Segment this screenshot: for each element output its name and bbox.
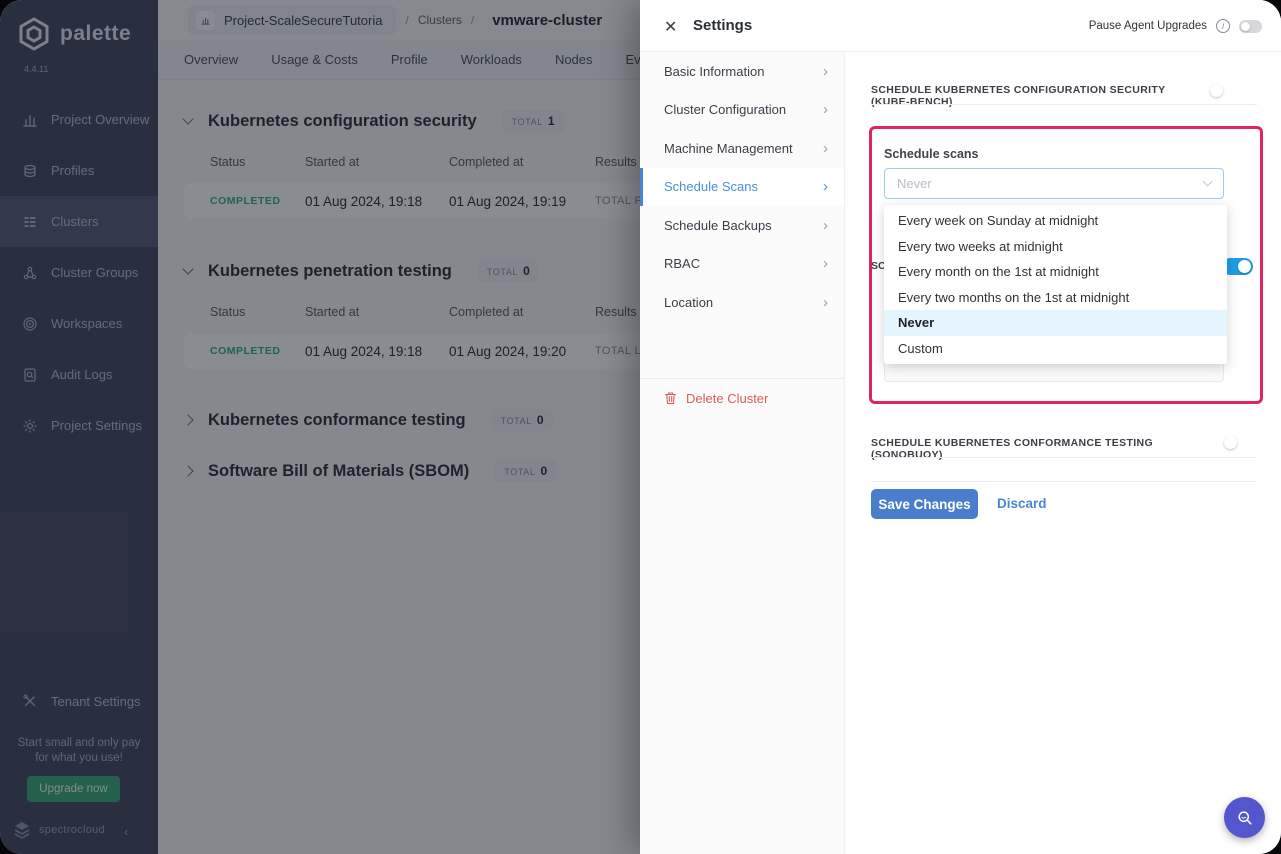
settings-title: Settings xyxy=(693,17,752,34)
pause-agent-upgrades-label: Pause Agent Upgrades xyxy=(1089,20,1207,32)
settings-nav-machine-management[interactable]: Machine Management › xyxy=(640,129,844,168)
app-window: palette 4.4.11 Project Overview Profiles… xyxy=(0,0,1281,854)
chevron-right-icon: › xyxy=(823,63,828,80)
dropdown-option-every-week[interactable]: Every week on Sunday at midnight xyxy=(884,208,1227,234)
nav-label: Machine Management xyxy=(664,141,793,156)
schedule-scans-dropdown: Every week on Sunday at midnight Every t… xyxy=(884,205,1227,364)
delete-cluster-button[interactable]: Delete Cluster xyxy=(640,378,845,417)
delete-cluster-label: Delete Cluster xyxy=(686,391,768,406)
chevron-right-icon: › xyxy=(823,217,828,234)
divider xyxy=(871,457,1257,458)
settings-nav-basic-information[interactable]: Basic Information › xyxy=(640,52,844,91)
settings-nav-schedule-scans[interactable]: Schedule Scans › xyxy=(640,168,844,207)
close-icon[interactable]: ✕ xyxy=(664,17,677,37)
chevron-right-icon: › xyxy=(823,294,828,311)
nav-label: Schedule Backups xyxy=(664,218,772,233)
chevron-right-icon: › xyxy=(823,178,828,195)
chevron-right-icon: › xyxy=(823,140,828,157)
schedule-scans-label: Schedule scans xyxy=(884,147,979,161)
schedule-scans-select[interactable]: Never xyxy=(884,168,1224,199)
settings-nav-cluster-configuration[interactable]: Cluster Configuration › xyxy=(640,91,844,130)
settings-nav-location[interactable]: Location › xyxy=(640,283,844,322)
settings-nav-rbac[interactable]: RBAC › xyxy=(640,245,844,284)
dropdown-option-every-two-months[interactable]: Every two months on the 1st at midnight xyxy=(884,285,1227,311)
save-changes-button[interactable]: Save Changes xyxy=(871,489,978,519)
info-icon[interactable]: i xyxy=(1216,19,1230,33)
nav-label: Cluster Configuration xyxy=(664,102,786,117)
chevron-down-icon xyxy=(1203,177,1213,187)
settings-nav-schedule-backups[interactable]: Schedule Backups › xyxy=(640,206,844,245)
settings-panel: ✕ Settings Pause Agent Upgrades i Basic … xyxy=(640,0,1281,854)
nav-label: RBAC xyxy=(664,256,700,271)
dropdown-option-never[interactable]: Never xyxy=(884,310,1227,336)
divider xyxy=(871,104,1257,105)
divider xyxy=(871,481,1257,482)
nav-label: Schedule Scans xyxy=(664,179,758,194)
trash-icon xyxy=(664,391,677,405)
nav-label: Basic Information xyxy=(664,64,764,79)
select-value: Never xyxy=(897,176,932,191)
search-icon xyxy=(1235,808,1255,828)
settings-nav: Basic Information › Cluster Configuratio… xyxy=(640,52,845,854)
settings-header: ✕ Settings Pause Agent Upgrades i xyxy=(640,0,1281,52)
chevron-right-icon: › xyxy=(823,255,828,272)
dropdown-option-every-two-weeks[interactable]: Every two weeks at midnight xyxy=(884,234,1227,260)
dropdown-option-custom[interactable]: Custom xyxy=(884,336,1227,362)
nav-label: Location xyxy=(664,295,713,310)
pause-agent-upgrades-toggle[interactable] xyxy=(1239,20,1262,33)
chevron-right-icon: › xyxy=(823,101,828,118)
discard-link[interactable]: Discard xyxy=(997,496,1047,511)
dropdown-option-every-month[interactable]: Every month on the 1st at midnight xyxy=(884,259,1227,285)
help-search-button[interactable] xyxy=(1224,797,1265,838)
